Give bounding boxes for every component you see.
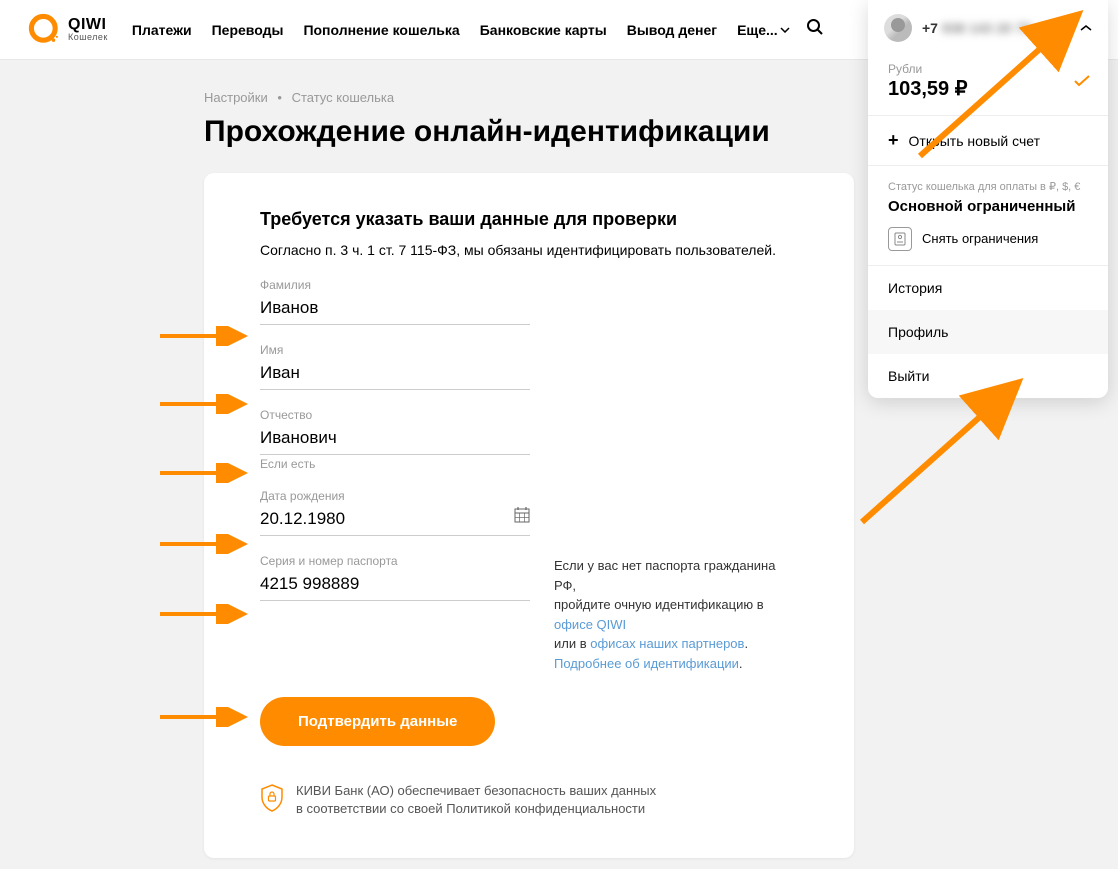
law-text: Согласно п. 3 ч. 1 ст. 7 115-ФЗ, мы обяз… xyxy=(260,242,798,258)
annotation-arrow xyxy=(158,326,250,346)
shield-icon xyxy=(260,784,284,817)
passport-label: Серия и номер паспорта xyxy=(260,554,530,568)
middlename-hint: Если есть xyxy=(260,457,530,471)
nav-withdraw[interactable]: Вывод денег xyxy=(627,22,717,38)
wallet-status-value: Основной ограниченный xyxy=(888,197,1088,217)
logo-brand: QIWI xyxy=(68,17,108,33)
annotation-arrow xyxy=(158,707,250,727)
office-qiwi-link[interactable]: офисе QIWI xyxy=(554,617,626,632)
wallet-status-label: Статус кошелька для оплаты в ₽, $, € xyxy=(888,180,1088,193)
lastname-input[interactable] xyxy=(260,294,530,325)
passport-note: Если у вас нет паспорта гражданина РФ, п… xyxy=(554,554,798,673)
footer-line2: в соответствии со своей Политикой конфид… xyxy=(296,800,656,818)
breadcrumb: Настройки • Статус кошелька xyxy=(204,90,854,105)
passport-icon xyxy=(888,227,912,251)
submit-button[interactable]: Подтвердить данные xyxy=(260,697,495,746)
page-title: Прохождение онлайн-идентификации xyxy=(204,115,854,149)
plus-icon: + xyxy=(888,130,899,151)
logo-sub: Кошелек xyxy=(68,33,108,42)
more-about-id-link[interactable]: Подробнее об идентификации xyxy=(554,656,739,671)
menu-history[interactable]: История xyxy=(868,266,1108,310)
annotation-arrow xyxy=(158,463,250,483)
dob-label: Дата рождения xyxy=(260,489,530,503)
nav-topup[interactable]: Пополнение кошелька xyxy=(303,22,459,38)
menu-profile[interactable]: Профиль xyxy=(868,310,1108,354)
breadcrumb-settings[interactable]: Настройки xyxy=(204,90,268,105)
search-button[interactable] xyxy=(806,18,824,41)
nav-transfers[interactable]: Переводы xyxy=(212,22,284,38)
annotation-arrow xyxy=(158,604,250,624)
passport-input[interactable] xyxy=(260,570,530,601)
card-heading: Требуется указать ваши данные для провер… xyxy=(260,209,798,230)
search-icon xyxy=(806,18,824,36)
logo[interactable]: QIWI Кошелек xyxy=(28,13,108,47)
nav-cards[interactable]: Банковские карты xyxy=(480,22,607,38)
remove-restrictions[interactable]: Снять ограничения xyxy=(888,227,1088,251)
qiwi-logo-icon xyxy=(28,13,62,47)
middlename-label: Отчество xyxy=(260,408,530,422)
annotation-arrow-diag xyxy=(850,372,1030,532)
nav-payments[interactable]: Платежи xyxy=(132,22,192,38)
breadcrumb-status[interactable]: Статус кошелька xyxy=(292,90,395,105)
firstname-label: Имя xyxy=(260,343,530,357)
nav-more[interactable]: Еще... xyxy=(737,22,790,38)
footer-line1: КИВИ Банк (АО) обеспечивает безопасность… xyxy=(296,782,656,800)
annotation-arrow xyxy=(158,394,250,414)
lastname-label: Фамилия xyxy=(260,278,530,292)
annotation-arrow-diag xyxy=(900,6,1090,166)
dob-input[interactable] xyxy=(260,505,530,536)
chevron-down-icon xyxy=(780,27,790,33)
identification-card: Требуется указать ваши данные для провер… xyxy=(204,173,854,858)
annotation-arrow xyxy=(158,534,250,554)
calendar-icon[interactable] xyxy=(514,507,530,528)
firstname-input[interactable] xyxy=(260,359,530,390)
middlename-input[interactable] xyxy=(260,424,530,455)
partner-offices-link[interactable]: офисах наших партнеров xyxy=(590,636,744,651)
